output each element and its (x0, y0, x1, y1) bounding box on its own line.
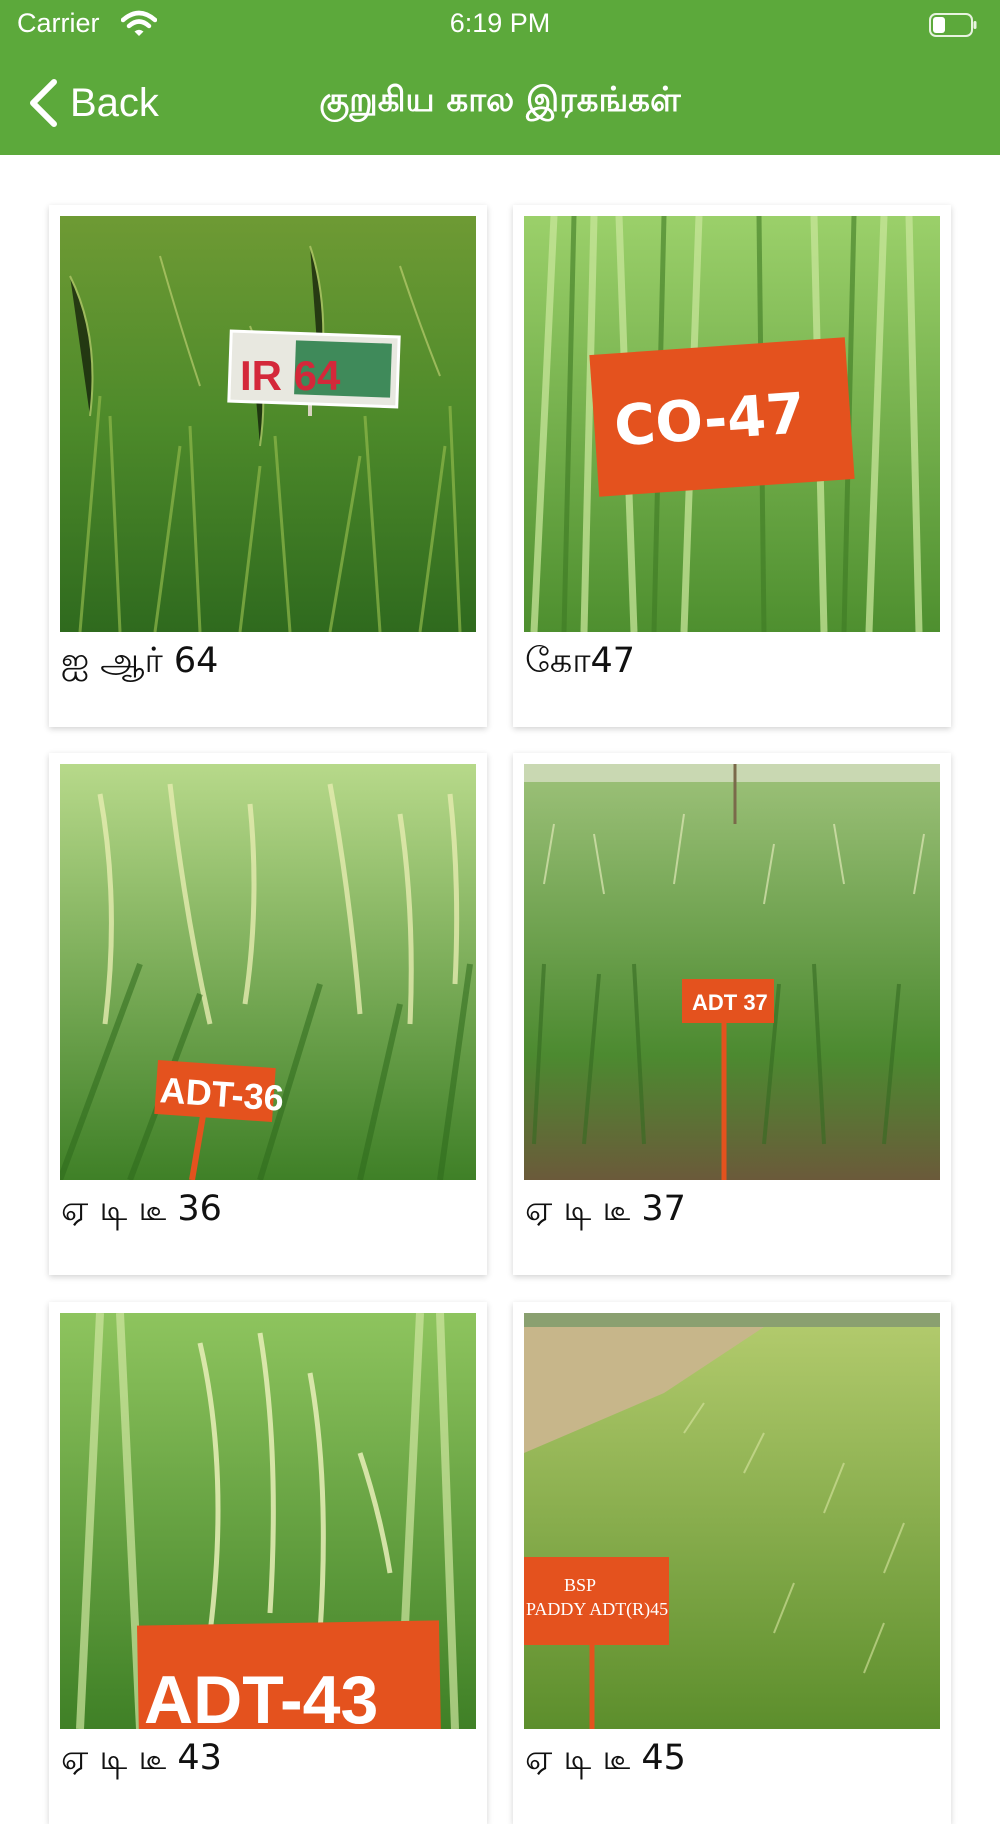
variety-photo: ADT-36 (60, 764, 476, 1180)
variety-name: ஏ டி டீ 45 (525, 1738, 686, 1778)
variety-name: ஏ டி டீ 36 (61, 1189, 222, 1229)
variety-photo: IR 64 (60, 216, 476, 632)
variety-card-adt45[interactable]: BSP PADDY ADT(R)45 ஏ டி டீ 45 (513, 1302, 951, 1824)
variety-card-adt37[interactable]: ADT 37 ஏ டி டீ 37 (513, 753, 951, 1275)
rice-field-image: IR 64 (60, 216, 476, 632)
sign-text: CO-47 (612, 381, 807, 459)
variety-name: ஐ ஆர் 64 (61, 641, 219, 681)
rice-field-image: ADT-36 (60, 764, 476, 1180)
sign-text-line2: PADDY ADT(R)45 (526, 1599, 668, 1620)
rice-field-image: ADT 37 (524, 764, 940, 1180)
variety-name: ஏ டி டீ 43 (61, 1738, 222, 1778)
rice-field-image: ADT-43 (60, 1313, 476, 1729)
variety-photo: ADT 37 (524, 764, 940, 1180)
variety-photo: ADT-43 (60, 1313, 476, 1729)
rice-field-image: CO-47 (524, 216, 940, 632)
variety-card-adt43[interactable]: ADT-43 ஏ டி டீ 43 (49, 1302, 487, 1824)
variety-card-ir64[interactable]: IR 64 ஐ ஆர் 64 (49, 205, 487, 727)
variety-grid: IR 64 ஐ ஆர் 64 CO-47 கோ47 ADT-36 ஏ டி டீ… (0, 0, 1000, 1824)
sign-text: IR 64 (240, 352, 341, 399)
sign-text: ADT-36 (159, 1069, 286, 1119)
variety-name: கோ47 (525, 641, 636, 681)
sign-text: ADT 37 (692, 990, 768, 1015)
variety-card-co47[interactable]: CO-47 கோ47 (513, 205, 951, 727)
sign-text: ADT-43 (144, 1662, 378, 1729)
rice-field-image: BSP PADDY ADT(R)45 (524, 1313, 940, 1729)
variety-photo: CO-47 (524, 216, 940, 632)
variety-name: ஏ டி டீ 37 (525, 1189, 686, 1229)
sign-text-line1: BSP (564, 1575, 596, 1595)
variety-photo: BSP PADDY ADT(R)45 (524, 1313, 940, 1729)
variety-card-adt36[interactable]: ADT-36 ஏ டி டீ 36 (49, 753, 487, 1275)
